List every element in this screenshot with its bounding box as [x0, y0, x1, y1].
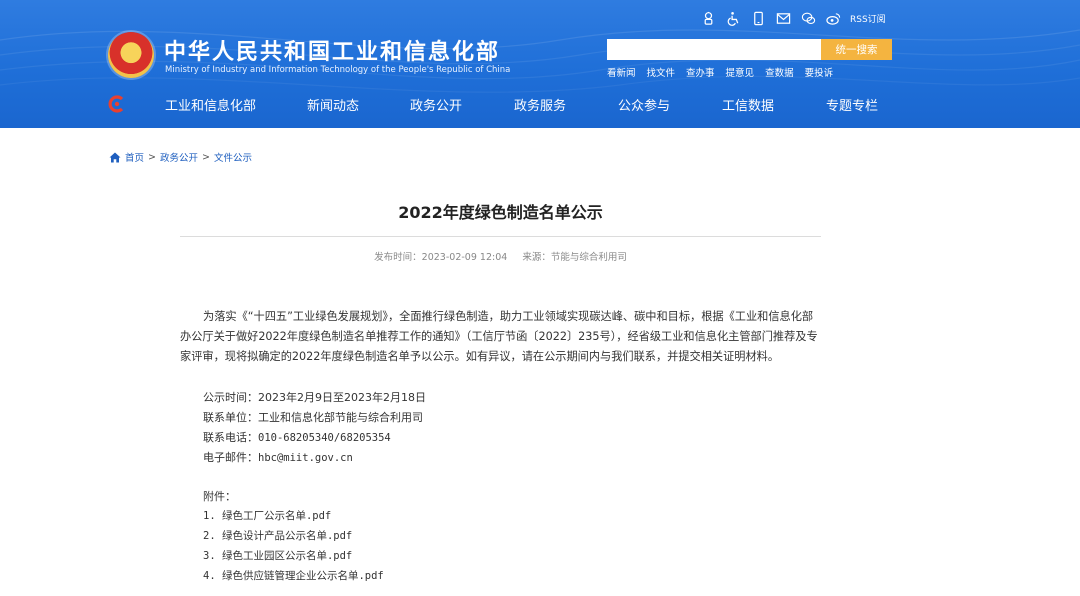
search-input[interactable] — [607, 39, 821, 60]
publish-time: 发布时间：2023-02-09 12:04 — [374, 252, 508, 263]
breadcrumb-home[interactable]: 首页 — [125, 150, 144, 164]
email-label: 电子邮件： — [203, 451, 258, 464]
top-utility-icons: RSS订阅 — [700, 10, 886, 26]
breadcrumb-separator: > — [148, 151, 156, 163]
article-paragraph: 为落实《“十四五”工业绿色发展规划》，全面推行绿色制造，助力工业领域实现碳达峰、… — [180, 310, 818, 363]
quick-links: 看新闻 找文件 查办事 提意见 查数据 要投诉 — [607, 65, 833, 79]
breadcrumb: 首页 > 政务公开 > 文件公示 — [109, 150, 252, 164]
phone-label: 联系电话： — [203, 431, 258, 444]
nav-item-open-government[interactable]: 政务公开 — [410, 95, 462, 114]
nav-item-special-topics[interactable]: 专题专栏 — [826, 95, 878, 114]
accessibility-robot-icon[interactable] — [700, 10, 716, 26]
attachments-label: 附件： — [203, 490, 236, 503]
attachment-link[interactable]: 3. 绿色工业园区公示名单.pdf — [203, 548, 352, 563]
nav-item-industry-data[interactable]: 工信数据 — [722, 95, 774, 114]
national-emblem-logo[interactable] — [108, 32, 154, 78]
quick-link-files[interactable]: 找文件 — [647, 65, 676, 79]
email-value[interactable]: hbc@miit.gov.cn — [258, 452, 353, 464]
site-title[interactable]: 中华人民共和国工业和信息化部 — [164, 34, 500, 66]
nav-item-government-services[interactable]: 政务服务 — [514, 95, 566, 114]
mail-icon[interactable] — [775, 10, 791, 26]
mobile-icon[interactable] — [750, 10, 766, 26]
weibo-icon[interactable] — [825, 10, 841, 26]
nav-item-ministry[interactable]: 工业和信息化部 — [165, 95, 256, 114]
article-title: 2022年度绿色制造名单公示 — [398, 203, 603, 222]
attachment-link[interactable]: 2. 绿色设计产品公示名单.pdf — [203, 528, 352, 543]
search-button[interactable]: 统一搜索 — [821, 39, 892, 60]
main-nav: 工业和信息化部 新闻动态 政务公开 政务服务 公众参与 工信数据 专题专栏 — [0, 88, 1080, 124]
quick-link-feedback[interactable]: 提意见 — [726, 65, 755, 79]
attachment-link[interactable]: 1. 绿色工厂公示名单.pdf — [203, 508, 331, 523]
breadcrumb-separator: > — [202, 151, 210, 163]
rss-subscribe-link[interactable]: RSS订阅 — [850, 12, 886, 25]
article-meta: 发布时间：2023-02-09 12:04 来源：节能与综合利用司 — [180, 249, 821, 263]
site-subtitle: Ministry of Industry and Information Tec… — [165, 65, 511, 75]
title-divider — [180, 236, 821, 237]
quick-link-data[interactable]: 查数据 — [765, 65, 794, 79]
quick-link-services[interactable]: 查办事 — [686, 65, 715, 79]
breadcrumb-open-government[interactable]: 政务公开 — [160, 150, 198, 164]
site-header: 中华人民共和国工业和信息化部 Ministry of Industry and … — [0, 0, 1080, 128]
quick-link-news[interactable]: 看新闻 — [607, 65, 636, 79]
attachment-link[interactable]: 4. 绿色供应链管理企业公示名单.pdf — [203, 568, 384, 583]
nav-item-news[interactable]: 新闻动态 — [307, 95, 359, 114]
contact-unit: 联系单位：工业和信息化部节能与综合利用司 — [203, 409, 423, 425]
contact-email: 电子邮件：hbc@miit.gov.cn — [203, 449, 353, 465]
wheelchair-icon[interactable] — [725, 10, 741, 26]
nav-item-public-participation[interactable]: 公众参与 — [618, 95, 670, 114]
article-source: 来源：节能与综合利用司 — [522, 252, 627, 263]
contact-phone: 联系电话：010-68205340/68205354 — [203, 429, 391, 445]
notice-period-label: 公示时间： — [203, 391, 258, 404]
wechat-icon[interactable] — [800, 10, 816, 26]
notice-period-value: 2023年2月9日至2023年2月18日 — [258, 391, 426, 404]
breadcrumb-file-notice[interactable]: 文件公示 — [214, 150, 252, 164]
contact-unit-label: 联系单位： — [203, 411, 258, 424]
contact-unit-value: 工业和信息化部节能与综合利用司 — [258, 411, 423, 424]
nav-logo-icon[interactable] — [108, 95, 126, 113]
home-icon — [109, 152, 121, 162]
quick-link-complaint[interactable]: 要投诉 — [805, 65, 834, 79]
phone-value: 010-68205340/68205354 — [258, 432, 391, 444]
notice-period: 公示时间：2023年2月9日至2023年2月18日 — [203, 389, 426, 405]
